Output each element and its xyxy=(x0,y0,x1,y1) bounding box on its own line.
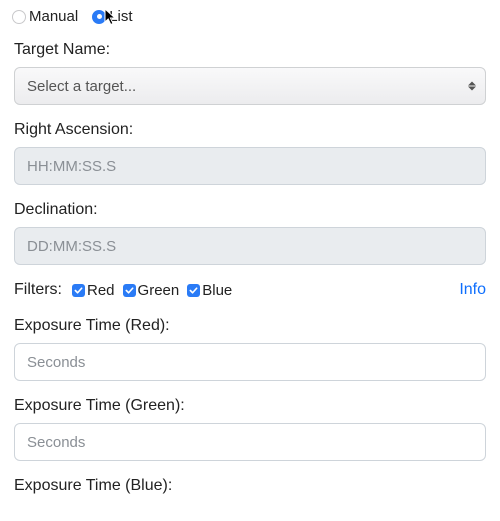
checkbox-checked-icon xyxy=(72,284,85,297)
exposure-green-group: Exposure Time (Green): xyxy=(14,397,486,461)
filter-blue-checkbox[interactable]: Blue xyxy=(187,282,232,299)
exposure-red-group: Exposure Time (Red): xyxy=(14,317,486,381)
target-name-select[interactable]: Select a target... xyxy=(14,67,486,105)
exposure-green-input[interactable] xyxy=(14,423,486,461)
declination-label: Declination: xyxy=(14,201,486,219)
exposure-blue-group: Exposure Time (Blue): xyxy=(14,477,486,495)
checkbox-checked-icon xyxy=(187,284,200,297)
target-name-group: Target Name: Select a target... xyxy=(14,41,486,105)
mode-list-radio[interactable]: List xyxy=(92,8,132,25)
mode-manual-label: Manual xyxy=(29,8,78,25)
right-ascension-label: Right Ascension: xyxy=(14,121,486,139)
target-name-placeholder: Select a target... xyxy=(27,78,136,95)
exposure-blue-label: Exposure Time (Blue): xyxy=(14,477,486,495)
filters-info-link[interactable]: Info xyxy=(459,281,486,299)
input-mode-radio-group: Manual List xyxy=(12,8,486,25)
select-caret-icon xyxy=(468,82,476,91)
declination-input[interactable] xyxy=(14,227,486,265)
mode-list-label: List xyxy=(109,8,132,25)
checkbox-checked-icon xyxy=(123,284,136,297)
radio-unchecked-icon xyxy=(12,10,26,24)
exposure-red-label: Exposure Time (Red): xyxy=(14,317,486,335)
target-name-label: Target Name: xyxy=(14,41,486,59)
exposure-red-input[interactable] xyxy=(14,343,486,381)
filter-red-label: Red xyxy=(87,282,115,299)
filter-green-checkbox[interactable]: Green xyxy=(123,282,180,299)
declination-group: Declination: xyxy=(14,201,486,265)
filter-blue-label: Blue xyxy=(202,282,232,299)
radio-checked-icon xyxy=(92,10,106,24)
filters-label: Filters: xyxy=(14,281,62,299)
mode-manual-radio[interactable]: Manual xyxy=(12,8,78,25)
right-ascension-group: Right Ascension: xyxy=(14,121,486,185)
filter-red-checkbox[interactable]: Red xyxy=(72,282,115,299)
exposure-green-label: Exposure Time (Green): xyxy=(14,397,486,415)
right-ascension-input[interactable] xyxy=(14,147,486,185)
filter-green-label: Green xyxy=(138,282,180,299)
filters-row: Filters: Red Green Blue Info xyxy=(14,281,486,299)
